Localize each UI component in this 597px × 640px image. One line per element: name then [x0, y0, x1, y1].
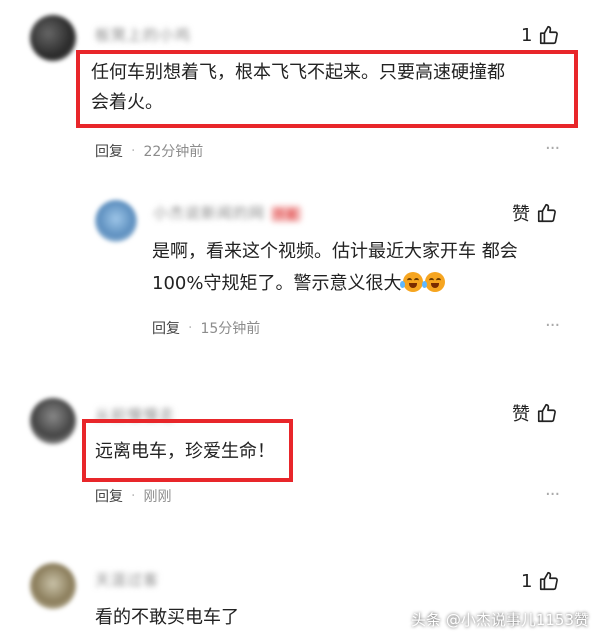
comment-text: 看的不敢买电车了	[95, 607, 239, 628]
author-tag: 作者	[271, 206, 302, 222]
like-button[interactable]: 1	[521, 24, 560, 46]
reply-button[interactable]: 回复	[95, 141, 123, 161]
comment-text: 是啊，看来这个视频。估计最近大家开车 都会 100%守规矩了。警示意义很大	[152, 236, 518, 300]
more-dots-icon[interactable]: ···	[545, 138, 560, 159]
thumbs-up-icon	[540, 571, 559, 591]
laugh-cry-emoji-icon	[400, 272, 424, 292]
like-button[interactable]: 1	[521, 570, 560, 592]
thumbs-up-icon	[537, 203, 556, 223]
comment-line: 100%守规矩了。警示意义很大	[152, 268, 518, 300]
more-dots-icon[interactable]: ···	[545, 315, 560, 336]
reply-button[interactable]: 回复	[95, 486, 123, 506]
like-label: 赞	[512, 204, 530, 225]
watermark: 头条 @小杰说事儿1153赞	[411, 611, 589, 629]
separator-dot: ·	[131, 488, 136, 504]
separator-dot: ·	[188, 320, 193, 336]
avatar[interactable]	[30, 398, 76, 444]
comment-meta: 回复 · 15分钟前	[152, 318, 260, 338]
comment-text: 任何车别想着飞，根本飞飞不起来。只要高速硬撞都 会着火。	[91, 58, 505, 118]
avatar[interactable]	[95, 200, 137, 242]
reply-button[interactable]: 回复	[152, 318, 180, 338]
user-name[interactable]: 小杰说新闻的网 作者	[153, 202, 302, 223]
comment-text: 远离电车，珍爱生命！	[95, 441, 275, 462]
like-count: 1	[521, 570, 533, 592]
thumbs-up-icon	[540, 25, 559, 45]
comment-meta: 回复 · 22分钟前	[95, 141, 203, 161]
separator-dot: ·	[131, 143, 136, 159]
timestamp: 15分钟前	[200, 321, 261, 337]
avatar[interactable]	[30, 563, 76, 609]
avatar[interactable]	[30, 15, 76, 61]
more-dots-icon[interactable]: ···	[545, 484, 560, 505]
timestamp: 刚刚	[143, 489, 172, 505]
comment-meta: 回复 · 刚刚	[95, 486, 171, 506]
comment-line: 是啊，看来这个视频。估计最近大家开车 都会	[152, 241, 518, 262]
user-name[interactable]: 板凳上的小鸡	[95, 24, 191, 45]
comment-line: 任何车别想着飞，根本飞飞不起来。只要高速硬撞都	[91, 62, 505, 83]
thumbs-up-icon	[537, 403, 556, 423]
like-label: 赞	[512, 404, 530, 425]
timestamp: 22分钟前	[143, 144, 204, 160]
like-count: 1	[521, 24, 533, 46]
like-button[interactable]: 赞	[512, 400, 558, 426]
comment-line: 会着火。	[91, 92, 163, 113]
laugh-cry-emoji-icon	[422, 272, 446, 292]
user-name[interactable]: 天涯过客	[95, 569, 159, 590]
like-button[interactable]: 赞	[512, 200, 558, 226]
